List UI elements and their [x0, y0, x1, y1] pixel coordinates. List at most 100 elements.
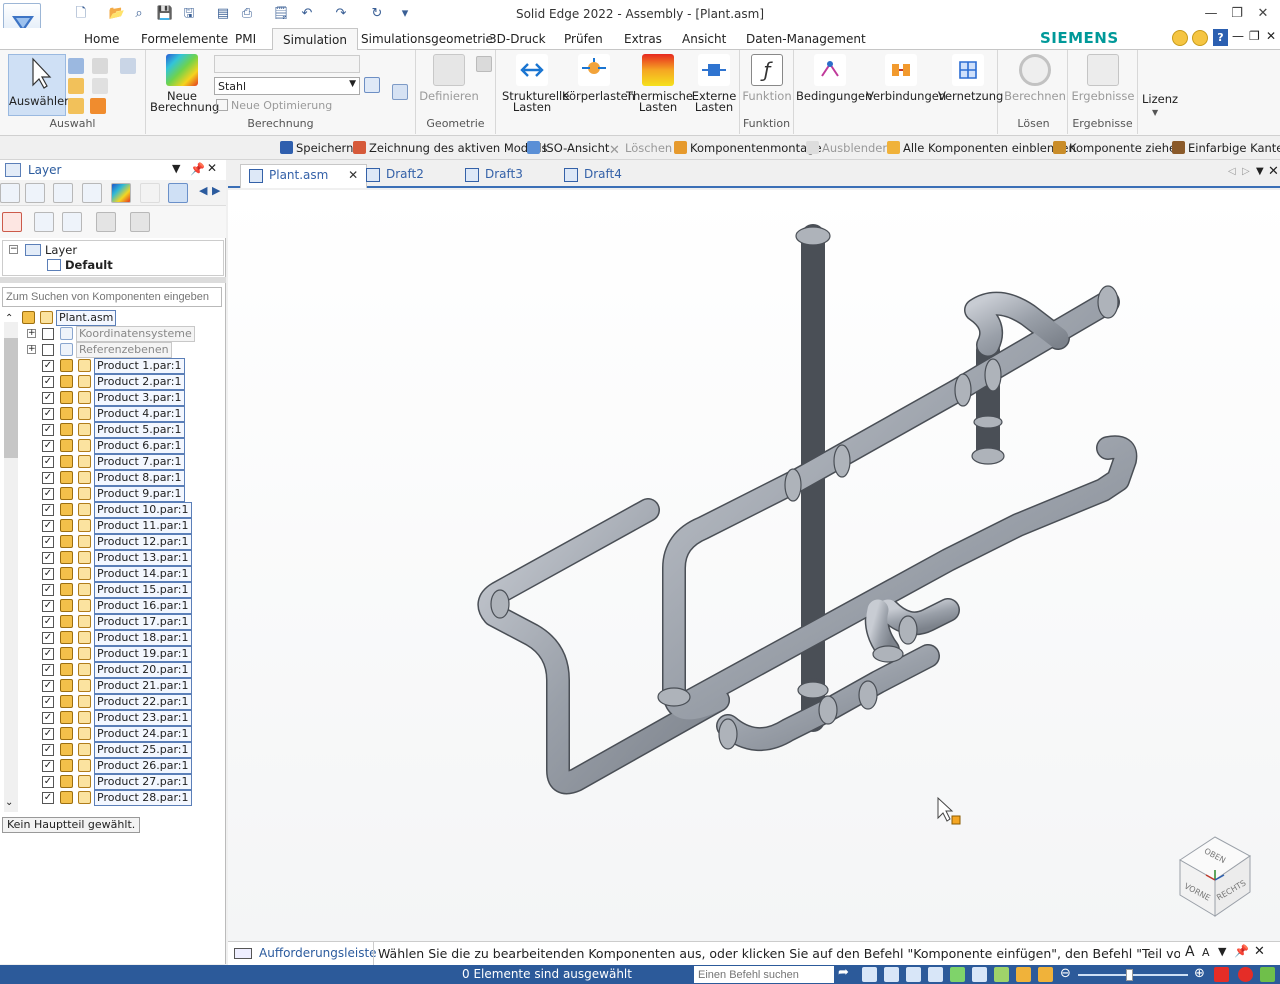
- cmd-drag-component[interactable]: Komponente ziehen: [1053, 141, 1183, 155]
- zoom-area-icon[interactable]: [862, 967, 877, 982]
- redo-icon[interactable]: ↷: [332, 5, 350, 23]
- doc-minimize-icon[interactable]: —: [1232, 29, 1244, 43]
- cmd-save[interactable]: Speichern: [280, 141, 353, 155]
- thermal-loads-button[interactable]: Thermische Lasten: [626, 54, 693, 113]
- visibility-checkbox[interactable]: ✓: [42, 504, 54, 516]
- customize-quickaccess-icon[interactable]: ▾: [396, 5, 414, 23]
- find-icon[interactable]: ⌕: [130, 5, 148, 23]
- results-button[interactable]: Ergebnisse: [1070, 54, 1136, 102]
- pane-menu-icon[interactable]: ▼: [172, 162, 180, 175]
- visibility-checkbox[interactable]: ✓: [42, 472, 54, 484]
- part-select-icon[interactable]: [68, 78, 84, 94]
- visibility-checkbox[interactable]: ✓: [42, 440, 54, 452]
- new-layer-icon[interactable]: [2, 212, 22, 232]
- calc-options-icon[interactable]: [392, 84, 408, 100]
- visibility-checkbox[interactable]: ✓: [42, 712, 54, 724]
- move-to-layer-icon[interactable]: [96, 212, 116, 232]
- 3d-viewport[interactable]: OBEN VORNE RECHTS: [228, 190, 1280, 941]
- frown-feedback-icon[interactable]: [1192, 30, 1208, 46]
- zoom-in-icon[interactable]: ⊕: [1194, 966, 1205, 981]
- visibility-checkbox[interactable]: ✓: [42, 600, 54, 612]
- tab-daten-management[interactable]: Daten-Management: [746, 32, 866, 46]
- select-tool-icon[interactable]: [92, 58, 108, 74]
- solve-button[interactable]: Berechnen: [1002, 54, 1068, 102]
- video-icon[interactable]: [1214, 967, 1229, 982]
- rotate-icon[interactable]: [950, 967, 965, 982]
- prompt-menu-icon[interactable]: ▼: [1218, 945, 1226, 958]
- tabs-scroll-left-icon[interactable]: ◀: [199, 184, 207, 197]
- sketch-view-icon[interactable]: [994, 967, 1009, 982]
- color-tab-icon[interactable]: [53, 183, 73, 203]
- link-tab-icon[interactable]: [140, 183, 160, 203]
- fit-icon[interactable]: [906, 967, 921, 982]
- save-icon[interactable]: 💾: [156, 5, 174, 23]
- visibility-checkbox[interactable]: ✓: [42, 536, 54, 548]
- material-table-icon[interactable]: [364, 77, 380, 93]
- record-icon[interactable]: [1238, 967, 1253, 982]
- pin-icon[interactable]: 📌: [190, 162, 205, 176]
- minimize-icon[interactable]: —: [1202, 6, 1220, 22]
- expand-icon[interactable]: +: [27, 329, 36, 338]
- prompt-pin-icon[interactable]: 📌: [1234, 944, 1249, 958]
- delete-layer-icon[interactable]: [130, 212, 150, 232]
- doc-tabs-menu-icon[interactable]: ▼: [1256, 166, 1264, 177]
- expand-icon[interactable]: +: [27, 345, 36, 354]
- zoom-slider[interactable]: [1078, 974, 1188, 976]
- component-search-input[interactable]: [2, 287, 222, 307]
- visibility-checkbox[interactable]: [42, 344, 54, 356]
- visibility-checkbox[interactable]: [42, 328, 54, 340]
- font-smaller-icon[interactable]: A: [1202, 946, 1210, 959]
- notebook-icon[interactable]: 🗒: [272, 5, 290, 23]
- filter-icon[interactable]: [68, 58, 84, 74]
- doc-tab-plant[interactable]: Plant.asm ✕: [240, 164, 368, 188]
- group-select-icon[interactable]: [92, 78, 108, 94]
- pan-icon[interactable]: [928, 967, 943, 982]
- tab-3d-druck[interactable]: 3D-Druck: [489, 32, 546, 46]
- tab-home[interactable]: Home: [84, 32, 119, 46]
- geometry-option-icon[interactable]: [476, 56, 492, 72]
- visibility-checkbox[interactable]: ✓: [42, 568, 54, 580]
- show-layer-icon[interactable]: [34, 212, 54, 232]
- doc-tabs-right-icon[interactable]: ▷: [1242, 166, 1250, 177]
- command-search-input[interactable]: [694, 966, 834, 983]
- view-cube[interactable]: OBEN VORNE RECHTS: [1179, 836, 1251, 917]
- material-select[interactable]: Stahl ▼: [214, 77, 360, 95]
- tab-simulationsgeometrie[interactable]: Simulationsgeometrie: [361, 32, 493, 46]
- update-icon[interactable]: [1260, 967, 1275, 982]
- doc-tab-draft3[interactable]: Draft3: [457, 164, 531, 188]
- zoom-out-icon[interactable]: ⊖: [1060, 966, 1071, 981]
- visibility-checkbox[interactable]: ✓: [42, 408, 54, 420]
- repeat-icon[interactable]: ↻: [368, 5, 386, 23]
- print-icon[interactable]: ⎙: [238, 5, 256, 23]
- visibility-checkbox[interactable]: ✓: [42, 680, 54, 692]
- restore-icon[interactable]: ❐: [1228, 6, 1246, 22]
- visibility-checkbox[interactable]: ✓: [42, 488, 54, 500]
- pane-close-icon[interactable]: ✕: [207, 161, 217, 175]
- license-chevron-down-icon[interactable]: ▼: [1152, 108, 1158, 117]
- external-loads-button[interactable]: Externe Lasten: [690, 54, 738, 113]
- cmd-hide[interactable]: Ausblenden: [806, 141, 890, 155]
- tabs-scroll-right-icon[interactable]: ▶: [212, 184, 220, 197]
- tab-formelemente[interactable]: Formelemente: [141, 32, 228, 46]
- pathfinder-tab-icon[interactable]: [0, 183, 20, 203]
- doc-close-icon[interactable]: ✕: [1266, 29, 1276, 43]
- collapse-icon[interactable]: −: [9, 245, 18, 254]
- doc-tab-draft4[interactable]: Draft4: [556, 164, 630, 188]
- define-button[interactable]: Definieren: [418, 54, 480, 102]
- properties-icon[interactable]: ▤: [214, 5, 232, 23]
- zoom-slider-thumb[interactable]: [1126, 969, 1133, 981]
- visibility-checkbox[interactable]: ✓: [42, 456, 54, 468]
- body-loads-button[interactable]: Körperlasten: [562, 54, 635, 102]
- doc-tab-close-icon[interactable]: ✕: [348, 168, 358, 182]
- new-calculation-button[interactable]: Neue Berechnung: [150, 54, 219, 113]
- zoom-icon[interactable]: [884, 967, 899, 982]
- doc-close-all-icon[interactable]: ✕: [1268, 164, 1279, 179]
- tab-extras[interactable]: Extras: [624, 32, 662, 46]
- layer-tab-icon[interactable]: [168, 183, 188, 203]
- component-select-icon[interactable]: [68, 98, 84, 114]
- rendering-tab-icon[interactable]: [111, 183, 131, 203]
- doc-tabs-left-icon[interactable]: ◁: [1228, 166, 1236, 177]
- visibility-checkbox[interactable]: ✓: [42, 376, 54, 388]
- visibility-checkbox[interactable]: ✓: [42, 728, 54, 740]
- study-dropdown[interactable]: [214, 55, 360, 73]
